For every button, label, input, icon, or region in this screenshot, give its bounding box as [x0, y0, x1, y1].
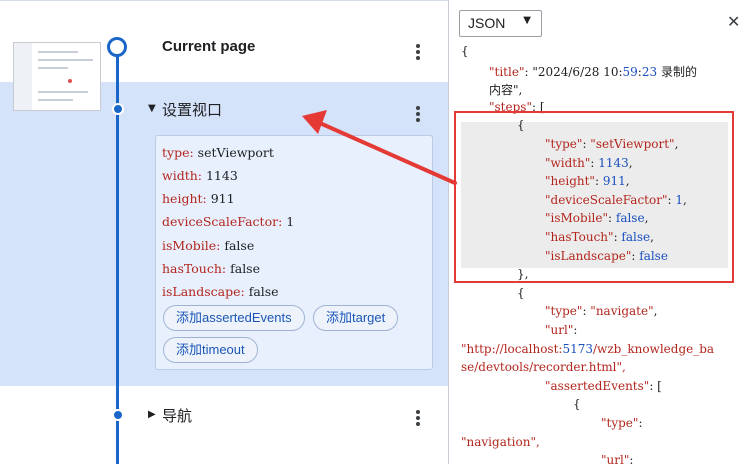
- step-navigate-title[interactable]: 导航: [162, 405, 192, 426]
- json-line: "hasTouch": false,: [545, 230, 654, 244]
- json-line: "deviceScaleFactor": 1,: [545, 192, 687, 207]
- divider: [0, 0, 448, 1]
- current-page-title: Current page: [162, 38, 256, 55]
- prop-has-touch[interactable]: hasTouch: false: [162, 261, 260, 276]
- prop-type[interactable]: type: setViewport: [162, 145, 274, 160]
- json-code-view[interactable]: { "title": "2024/6/28 10:59:23 录制的 内容", "st…: [455, 40, 741, 464]
- prop-device-scale-factor[interactable]: deviceScaleFactor: 1: [162, 214, 294, 229]
- add-target-button[interactable]: 添加target: [313, 305, 399, 331]
- prop-is-mobile[interactable]: isMobile: false: [162, 238, 254, 253]
- json-line: "type": "setViewport",: [545, 137, 679, 151]
- json-line: "steps": [: [489, 99, 545, 114]
- json-line: "url":: [545, 323, 578, 337]
- step-setviewport-title[interactable]: 设置视口: [162, 99, 222, 120]
- json-line: "assertedEvents": [: [545, 378, 662, 393]
- step-navigate-more-icon[interactable]: [415, 410, 421, 426]
- json-line: {: [517, 118, 525, 133]
- json-line: "width": 1143,: [545, 155, 633, 170]
- step-details-box: type: setViewport width: 1143 height: 91…: [155, 135, 433, 370]
- prop-is-landscape[interactable]: isLandscape: false: [162, 284, 279, 299]
- expand-caret-icon[interactable]: ▶: [148, 409, 156, 420]
- json-line: 内容",: [489, 83, 523, 98]
- current-page-more-icon[interactable]: [415, 44, 421, 60]
- step-setviewport-dot: [112, 103, 124, 115]
- json-line: "isMobile": false,: [545, 211, 649, 226]
- step-setviewport-more-icon[interactable]: [415, 106, 421, 122]
- collapse-caret-icon[interactable]: ▼: [148, 103, 156, 114]
- add-timeout-button[interactable]: 添加timeout: [163, 337, 258, 363]
- current-page-node: [107, 37, 127, 57]
- prop-width[interactable]: width: 1143: [162, 168, 238, 183]
- close-icon[interactable]: ✕: [727, 14, 740, 30]
- json-line: {: [461, 44, 469, 58]
- page-thumbnail[interactable]: [13, 42, 101, 111]
- format-select[interactable]: JSON ▼: [459, 10, 542, 37]
- chevron-down-icon: ▼: [523, 15, 531, 26]
- json-line: "type": "navigate",: [545, 304, 658, 319]
- json-line: "navigation",: [461, 434, 540, 449]
- json-line: },: [517, 267, 529, 282]
- json-line: {: [573, 397, 581, 412]
- json-line: {: [517, 285, 525, 300]
- json-line: "isLandscape": false: [545, 248, 668, 263]
- add-asserted-events-button[interactable]: 添加assertedEvents: [163, 305, 305, 331]
- json-line: "url":: [601, 453, 634, 464]
- json-line: se/devtools/recorder.html",: [461, 360, 626, 375]
- json-line: "type":: [601, 416, 643, 430]
- format-select-value: JSON: [468, 15, 506, 31]
- json-line: "title": "2024/6/28 10:59:23 录制的: [489, 64, 697, 79]
- json-panel: JSON ▼ ✕ { "title": "2024/6/28 10:59:23 录…: [448, 0, 742, 464]
- step-navigate-dot: [112, 409, 124, 421]
- prop-height[interactable]: height: 911: [162, 191, 235, 206]
- json-line: "http://localhost:5173/wzb_knowledge_ba: [461, 341, 715, 356]
- steps-panel: Current page ▼ 设置视口 type: setViewport wi…: [0, 0, 448, 464]
- json-line: "height": 911,: [545, 174, 630, 189]
